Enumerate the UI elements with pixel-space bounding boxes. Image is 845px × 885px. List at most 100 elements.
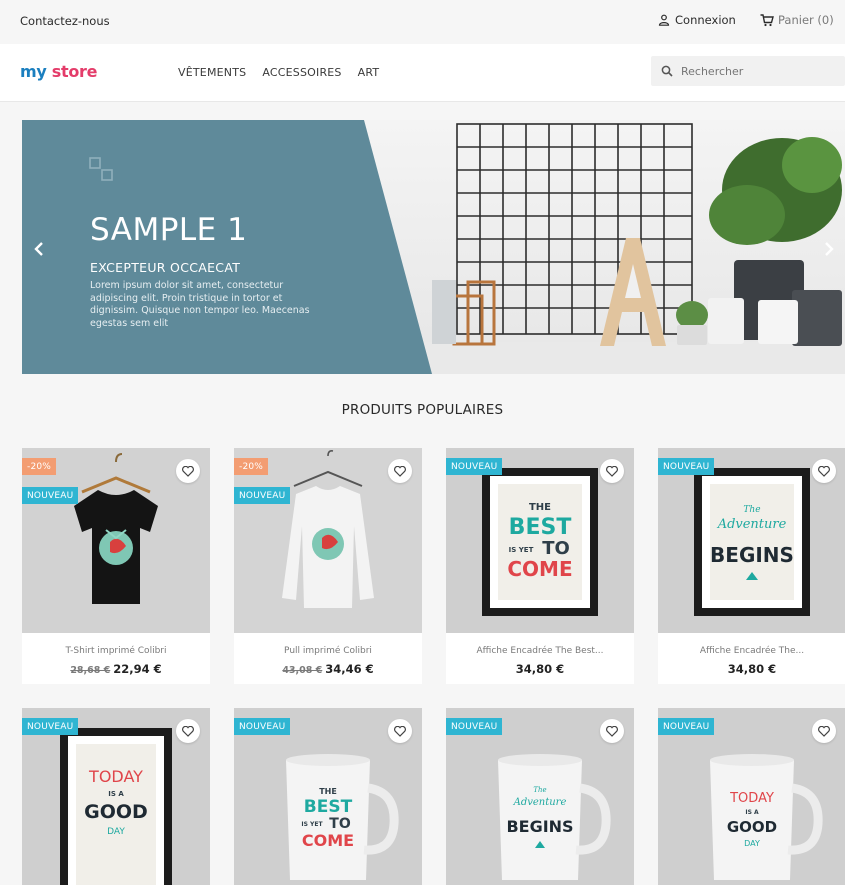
product-old-price: 43,08 € [282,665,323,676]
product-current-price: 34,80 € [727,662,777,676]
heart-icon [818,725,830,737]
chevron-left-icon [34,242,43,256]
nav-item-art[interactable]: ART [358,66,380,79]
wishlist-button[interactable] [600,459,624,483]
product-card[interactable]: The Adventure BEGINS NOUVEAU [446,708,634,885]
new-badge: NOUVEAU [22,718,79,735]
slider-prev-button[interactable] [30,240,48,258]
heart-icon [818,465,830,477]
discount-badge: -20% [234,458,269,475]
search-icon[interactable] [661,65,673,77]
product-price: 28,68 €22,94 € [22,662,210,676]
mug-text: BEGINS [506,817,573,836]
product-name[interactable]: Affiche Encadrée The Best... [446,646,634,656]
mug-text: The [533,786,546,794]
product-card[interactable]: -20% NOUVEAU T-Shirt imprimé Colibri 28,… [22,448,210,684]
new-badge: NOUVEAU [446,458,503,475]
poster-text: BEGINS [710,543,794,567]
mug-text: TODAY [729,791,774,806]
wishlist-button[interactable] [388,459,412,483]
hero-title: SAMPLE 1 [90,212,248,248]
logo-text-my: my [20,62,47,81]
new-badge: NOUVEAU [234,718,291,735]
product-old-price: 28,68 € [70,665,111,676]
new-badge: NOUVEAU [22,487,79,504]
heart-icon [182,725,194,737]
poster-text: IS YET [509,546,534,554]
product-current-price: 22,94 € [113,662,162,676]
main-nav: VÊTEMENTS ACCESSOIRES ART [178,66,379,79]
product-card[interactable]: TODAY IS A GOOD DAY NOUVEAU [658,708,845,885]
heart-icon [394,465,406,477]
cart-icon [760,13,774,26]
product-card[interactable]: The Adventure BEGINS NOUVEAU Affiche Enc… [658,448,845,684]
mug-text: Adventure [513,797,567,808]
hero-slider: SAMPLE 1 EXCEPTEUR OCCAECAT Lorem ipsum … [22,120,845,374]
main-header: my store VÊTEMENTS ACCESSOIRES ART [0,44,845,102]
contact-link[interactable]: Contactez-nous [20,14,110,28]
poster-text: GOOD [84,801,148,823]
popular-products-title: PRODUITS POPULAIRES [341,402,504,418]
wishlist-button[interactable] [176,459,200,483]
mug-text: IS A [745,809,759,816]
product-card[interactable]: THE BEST IS YET TO COME NOUVEAU [234,708,422,885]
poster-text: BEST [509,515,572,540]
mug-text: THE [319,787,337,796]
product-card[interactable]: THE BEST IS YET TO COME NOUVEAU Affiche … [446,448,634,684]
product-price: 34,80 € [446,662,634,676]
nav-item-accessoires[interactable]: ACCESSOIRES [262,66,341,79]
wishlist-button[interactable] [812,719,836,743]
store-logo[interactable]: my store [20,62,98,81]
new-badge: NOUVEAU [658,718,715,735]
poster-text: COME [507,557,572,581]
chevron-right-icon [825,242,834,256]
new-badge: NOUVEAU [658,458,715,475]
product-name[interactable]: T-Shirt imprimé Colibri [22,646,210,656]
heart-icon [606,465,618,477]
mug-text: COME [302,831,354,850]
wishlist-button[interactable] [176,719,200,743]
product-current-price: 34,46 € [325,662,374,676]
poster-text: The [743,505,760,515]
login-label: Connexion [675,13,736,27]
mug-text: DAY [744,839,760,848]
user-icon [658,14,670,26]
poster-text: IS A [108,790,124,798]
product-card[interactable]: TODAY IS A GOOD DAY NOUVEAU [22,708,210,885]
top-utility-bar: Contactez-nous Connexion Panier (0) [0,0,845,44]
heart-icon [394,725,406,737]
poster-text: TO [542,538,570,559]
search-box [651,56,845,86]
wishlist-button[interactable] [600,719,624,743]
mug-text: GOOD [727,818,777,836]
search-input[interactable] [681,64,831,78]
heart-icon [182,465,194,477]
new-badge: NOUVEAU [446,718,503,735]
hero-subtitle: EXCEPTEUR OCCAECAT [90,260,241,275]
poster-text: TODAY [88,767,143,786]
product-price: 43,08 €34,46 € [234,662,422,676]
poster-text: DAY [107,827,125,837]
nav-item-vetements[interactable]: VÊTEMENTS [178,66,246,79]
slider-next-button[interactable] [820,240,838,258]
product-name[interactable]: Pull imprimé Colibri [234,646,422,656]
product-card[interactable]: -20% NOUVEAU Pull imprimé Colibri 43,08 … [234,448,422,684]
cart-label: Panier (0) [778,13,834,27]
product-price: 34,80 € [658,662,845,676]
cart-link[interactable]: Panier (0) [760,13,834,27]
poster-text: Adventure [717,517,787,532]
login-link[interactable]: Connexion [658,13,736,27]
discount-badge: -20% [22,458,57,475]
product-current-price: 34,80 € [515,662,565,676]
new-badge: NOUVEAU [234,487,291,504]
wishlist-button[interactable] [388,719,412,743]
logo-text-store: store [51,62,98,81]
heart-icon [606,725,618,737]
poster-text: THE [529,502,551,513]
mug-text: IS YET [301,821,323,828]
product-name[interactable]: Affiche Encadrée The... [658,646,845,656]
mug-text: TO [329,816,351,832]
wishlist-button[interactable] [812,459,836,483]
hero-description: Lorem ipsum dolor sit amet, consectetur … [90,280,310,329]
mug-text: BEST [304,797,353,817]
